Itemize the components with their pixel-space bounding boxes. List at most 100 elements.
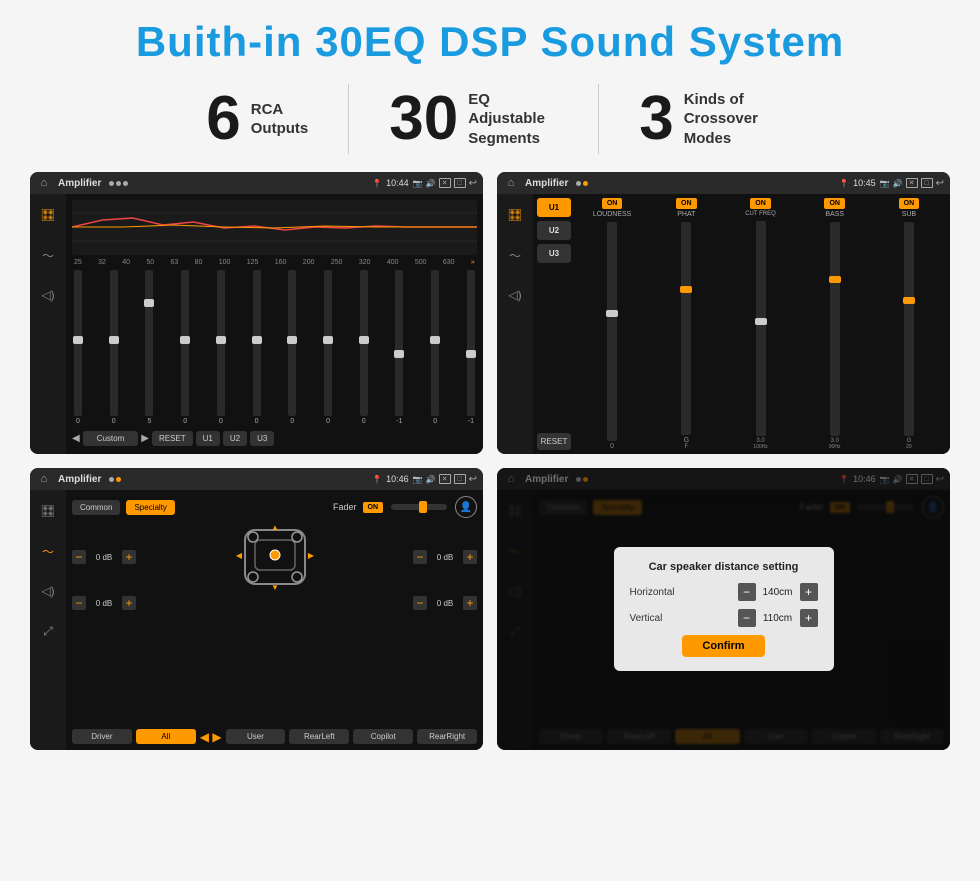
rl-minus[interactable]: − [72,596,86,610]
phat-track[interactable] [681,222,691,435]
eq-thumb-6[interactable] [287,336,297,344]
vol-icon[interactable]: ◁) [35,282,61,308]
rr-minus[interactable]: − [413,596,427,610]
confirm-button[interactable]: Confirm [682,635,764,657]
all-btn[interactable]: All [136,729,196,744]
cross-reset-btn[interactable]: RESET [537,433,571,450]
screen-crossover: Amplifier 📍 10:45 📷 🔊 ✕ □ ↩ 🎛 [497,172,950,454]
eq-track-5[interactable] [253,270,261,416]
cutfreq-track[interactable] [756,221,766,436]
preset-u3[interactable]: U3 [537,244,571,263]
eq-track-6[interactable] [288,270,296,416]
eq-thumb-11[interactable] [466,350,476,358]
u2-btn[interactable]: U2 [223,431,247,446]
eq-track-2[interactable] [145,270,153,416]
fr-plus[interactable]: + [463,550,477,564]
tab-specialty[interactable]: Specialty [126,500,174,515]
eq-track-9[interactable] [395,270,403,416]
back-icon-2[interactable]: ↩ [936,178,944,189]
wave-icon-3[interactable]: 〜 [35,538,61,564]
bass-track[interactable] [830,222,840,436]
eq-track-11[interactable] [467,270,475,416]
expand-icon-3[interactable]: ⤢ [35,618,61,644]
preset-u1[interactable]: U1 [537,198,571,217]
freq-more: » [471,259,475,266]
sub-track[interactable] [904,222,914,436]
back-icon-1[interactable]: ↩ [469,178,477,189]
eq-thumb-3[interactable] [180,336,190,344]
loudness-val: 0 [610,443,614,450]
fl-plus[interactable]: + [122,550,136,564]
rl-plus[interactable]: + [122,596,136,610]
home-icon-1[interactable] [36,175,52,191]
rearright-btn[interactable]: RearRight [417,729,477,744]
eq-thumb-4[interactable] [216,336,226,344]
avatar-icon-3[interactable]: 👤 [455,496,477,518]
bass-thumb[interactable] [829,276,841,283]
fader-track[interactable] [391,504,447,510]
loudness-track[interactable] [607,222,617,441]
eq-track-10[interactable] [431,270,439,416]
preset-u2[interactable]: U2 [537,221,571,240]
eq-thumb-2[interactable] [144,299,154,307]
vertical-minus[interactable]: − [738,609,756,627]
sub-toggle[interactable]: ON [899,198,920,209]
copilot-btn[interactable]: Copilot [353,729,413,744]
cutfreq-thumb[interactable] [755,318,767,325]
eq-filter-icon-3[interactable]: 🎛 [35,498,61,524]
home-icon-3[interactable] [36,471,52,487]
eq-val-11: -1 [468,418,474,425]
rr-plus[interactable]: + [463,596,477,610]
eq-thumb-1[interactable] [109,336,119,344]
eq-track-0[interactable] [74,270,82,416]
driver-btn[interactable]: Driver [72,729,132,744]
u3-btn[interactable]: U3 [250,431,274,446]
wave-icon[interactable]: 〜 [35,242,61,268]
fader-on-toggle[interactable]: ON [363,502,384,513]
fader-thumb[interactable] [419,501,427,513]
eq-filter-icon-2[interactable]: 🎛 [502,202,528,228]
vol-icon-3[interactable]: ◁) [35,578,61,604]
fl-minus[interactable]: − [72,550,86,564]
fr-minus[interactable]: − [413,550,427,564]
eq-slider-10: 0 [431,270,439,425]
loudness-thumb[interactable] [606,310,618,317]
home-icon-2[interactable] [503,175,519,191]
cutfreq-toggle[interactable]: ON [750,198,771,209]
wave-icon-2[interactable]: 〜 [502,242,528,268]
eq-thumb-8[interactable] [359,336,369,344]
eq-thumb-10[interactable] [430,336,440,344]
loudness-toggle[interactable]: ON [602,198,623,209]
next-arrow[interactable]: ▶ [141,433,149,444]
vertical-plus[interactable]: + [800,609,818,627]
eq-track-1[interactable] [110,270,118,416]
u1-btn[interactable]: U1 [196,431,220,446]
eq-filter-icon[interactable]: 🎛 [35,202,61,228]
sub-thumb[interactable] [903,297,915,304]
back-icon-3[interactable]: ↩ [469,474,477,485]
horizontal-minus[interactable]: − [738,583,756,601]
phat-thumb[interactable] [680,286,692,293]
bass-toggle[interactable]: ON [824,198,845,209]
phat-toggle[interactable]: ON [676,198,697,209]
eq-thumb-5[interactable] [252,336,262,344]
dot3[interactable] [123,181,128,186]
eq-track-3[interactable] [181,270,189,416]
custom-btn[interactable]: Custom [83,431,139,446]
prev-arrow[interactable]: ◀ [72,433,80,444]
reset-btn[interactable]: RESET [152,431,193,446]
horizontal-plus[interactable]: + [800,583,818,601]
eq-thumb-9[interactable] [394,350,404,358]
eq-thumb-0[interactable] [73,336,83,344]
camera-icon-2: 📷 [880,179,890,188]
eq-track-4[interactable] [217,270,225,416]
freq-200: 200 [303,259,315,266]
vol-icon-2[interactable]: ◁) [502,282,528,308]
eq-track-7[interactable] [324,270,332,416]
eq-track-8[interactable] [360,270,368,416]
user-btn[interactable]: User [226,729,286,744]
screen-fader: Amplifier 📍 10:46 📷 🔊 ✕ □ ↩ 🎛 [30,468,483,750]
tab-common[interactable]: Common [72,500,120,515]
rearleft-btn[interactable]: RearLeft [289,729,349,744]
eq-thumb-7[interactable] [323,336,333,344]
